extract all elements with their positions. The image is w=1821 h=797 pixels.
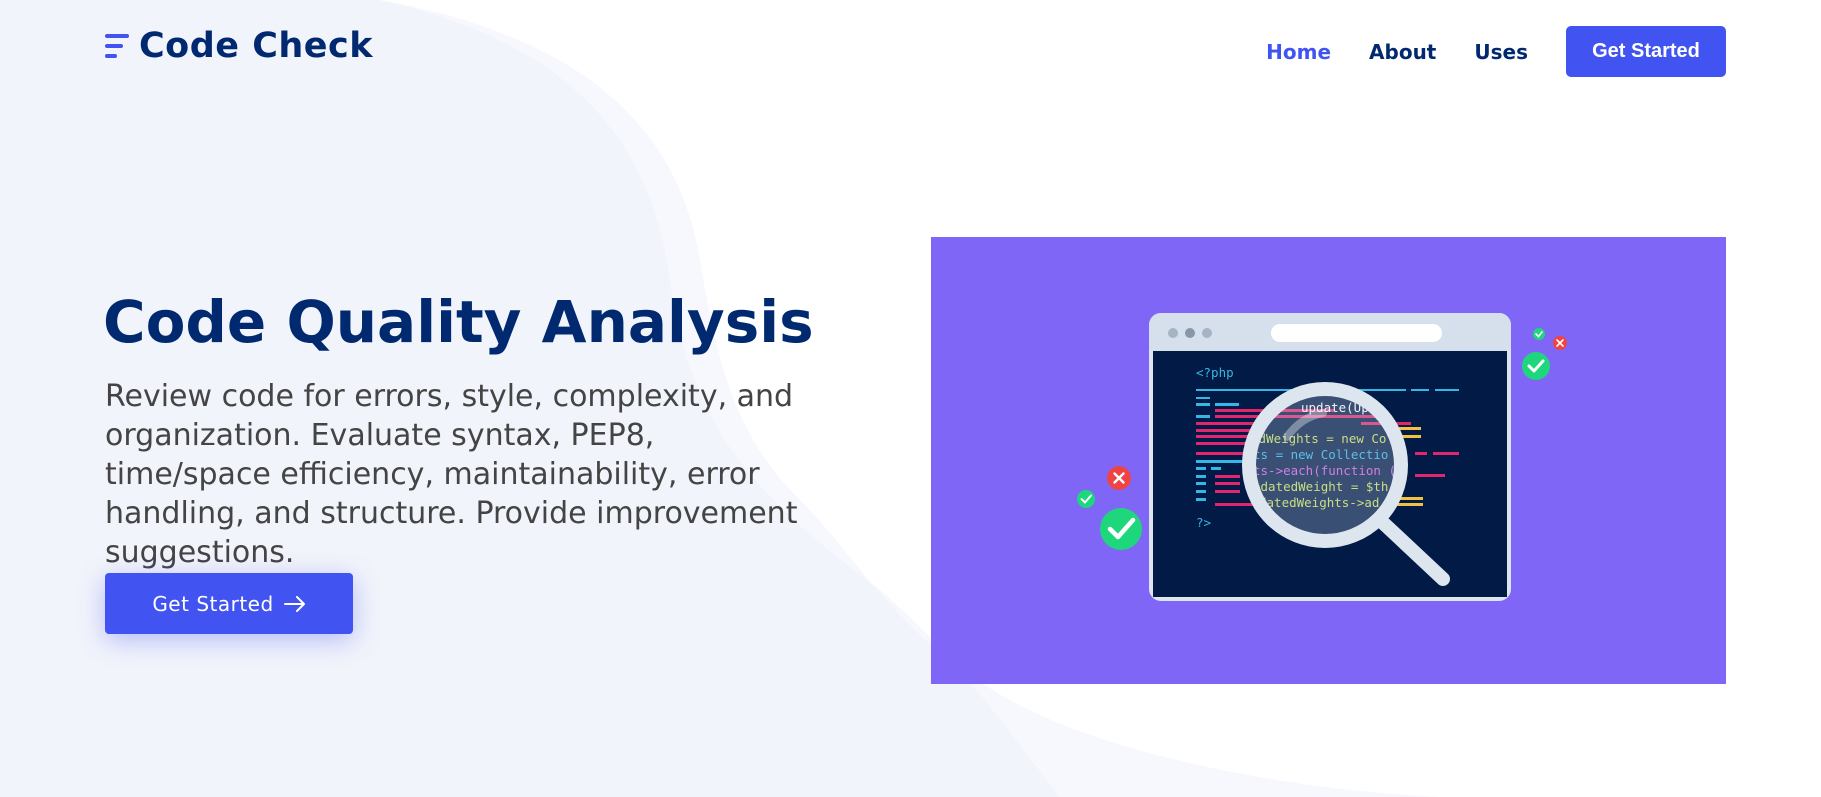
header-get-started-button[interactable]: Get Started: [1566, 26, 1726, 77]
site-header: Code Check Home About Uses Get Started: [0, 0, 1821, 100]
window-dot-icon: [1185, 328, 1195, 338]
nav-item-uses[interactable]: Uses: [1474, 40, 1528, 64]
code-review-illustration: <?php update(Up edWeights = new Co ts = …: [1077, 313, 1567, 601]
hero-illustration: <?php update(Up edWeights = new Co ts = …: [931, 237, 1726, 684]
hero-title: Code Quality Analysis: [103, 288, 814, 356]
nav-item-home[interactable]: Home: [1266, 40, 1331, 64]
check-icon: [1533, 328, 1545, 340]
code-open-tag: <?php: [1196, 365, 1234, 380]
window-dot-icon: [1202, 328, 1212, 338]
check-icon: [1077, 490, 1095, 508]
code-close-tag: ?>: [1196, 515, 1211, 530]
window-dot-icon: [1168, 328, 1178, 338]
hero-description: Review code for errors, style, complexit…: [105, 379, 798, 570]
hero-get-started-button[interactable]: Get Started: [105, 573, 353, 634]
hero-cta-label: Get Started: [152, 591, 274, 616]
brand-name: Code Check: [139, 26, 374, 66]
main-nav: Home About Uses Get Started: [1228, 26, 1726, 77]
menu-lines-logo-icon: [105, 34, 129, 58]
arrow-right-icon: [283, 595, 305, 612]
brand-logo[interactable]: Code Check: [105, 26, 373, 66]
check-icon: [1522, 352, 1550, 380]
address-bar: [1271, 324, 1442, 342]
nav-item-about[interactable]: About: [1369, 40, 1436, 64]
check-icon: [1100, 508, 1142, 550]
